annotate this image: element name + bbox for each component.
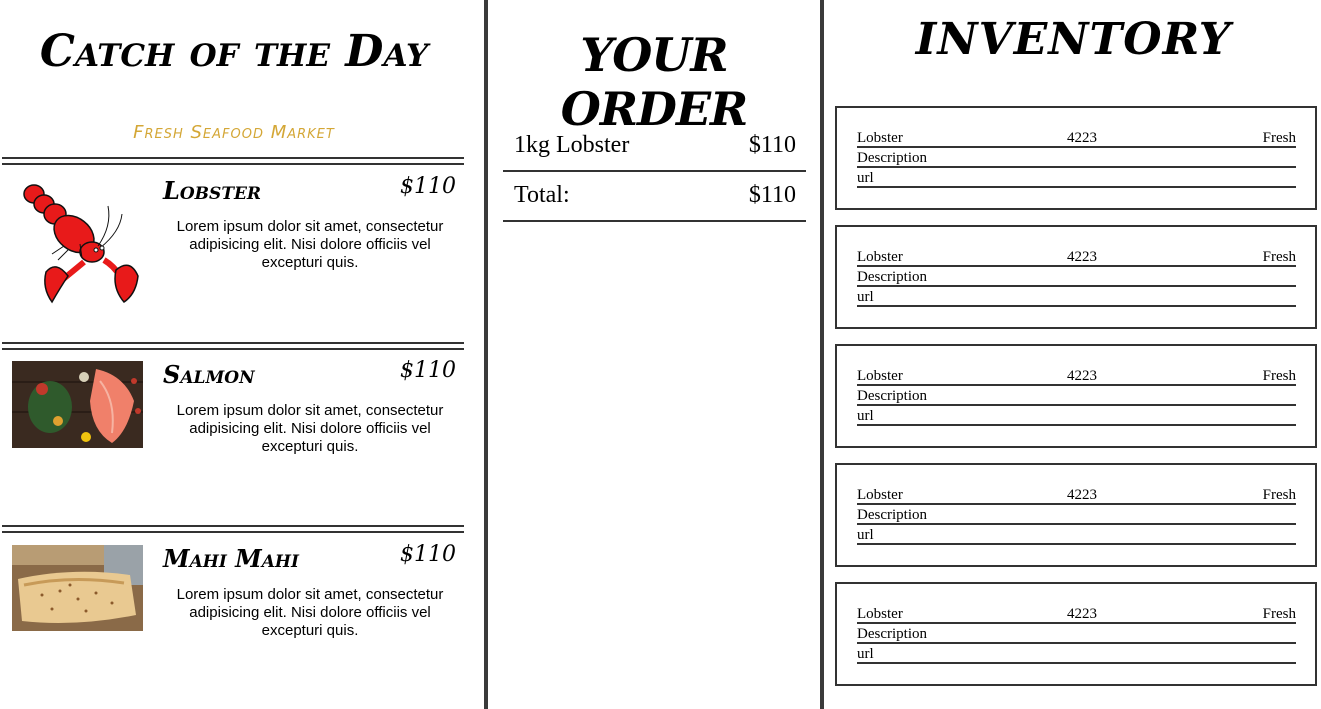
inventory-status-select[interactable]: Fresh bbox=[1263, 248, 1296, 266]
inventory-card: Lobster 4223 Fresh Description url bbox=[835, 463, 1317, 567]
inventory-name-field[interactable]: Lobster bbox=[857, 248, 903, 266]
inventory-description-text: Description bbox=[857, 388, 927, 404]
inventory-row-main[interactable]: Lobster 4223 Fresh bbox=[857, 485, 1296, 505]
inventory-row-main[interactable]: Lobster 4223 Fresh bbox=[857, 366, 1296, 386]
inventory-url-text: url bbox=[857, 408, 874, 424]
inventory-url-field[interactable]: url bbox=[857, 406, 1296, 426]
inventory-row-main[interactable]: Lobster 4223 Fresh bbox=[857, 128, 1296, 148]
divider bbox=[2, 157, 464, 165]
inventory-description-text: Description bbox=[857, 150, 927, 166]
inventory-description-text: Description bbox=[857, 626, 927, 642]
inventory-row-main[interactable]: Lobster 4223 Fresh bbox=[857, 604, 1296, 624]
page-title: Catch of the Day bbox=[39, 26, 429, 77]
order-panel: YOUR ORDER 1kg Lobster $110 Total: $110 bbox=[489, 0, 819, 709]
salmon-image bbox=[12, 361, 143, 448]
order-item-label: 1kg Lobster bbox=[514, 132, 630, 158]
menu-item-name: Mahi Mahi bbox=[163, 544, 299, 573]
menu-item-name: Lobster bbox=[163, 176, 262, 205]
menu-item-description: Lorem ipsum dolor sit amet, consectetur … bbox=[176, 402, 444, 455]
inventory-url-field[interactable]: url bbox=[857, 644, 1296, 664]
inventory-price-field[interactable]: 4223 bbox=[1067, 367, 1097, 385]
panel-divider bbox=[820, 0, 824, 709]
order-line-item[interactable]: 1kg Lobster $110 bbox=[503, 122, 806, 172]
inventory-price-field[interactable]: 4223 bbox=[1067, 486, 1097, 504]
menu-item-mahi-mahi[interactable]: Mahi Mahi $110 Lorem ipsum dolor sit ame… bbox=[0, 538, 468, 708]
inventory-description-field[interactable]: Description bbox=[857, 386, 1296, 406]
panel-divider bbox=[484, 0, 488, 709]
inventory-panel: INVENTORY Lobster 4223 Fresh Description… bbox=[826, 0, 1321, 709]
inventory-url-field[interactable]: url bbox=[857, 525, 1296, 545]
tagline: Fresh Seafood Market bbox=[133, 122, 335, 143]
inventory-price-field[interactable]: 4223 bbox=[1067, 248, 1097, 266]
inventory-price-field[interactable]: 4223 bbox=[1067, 605, 1097, 623]
divider bbox=[2, 342, 464, 350]
menu-item-price: $110 bbox=[400, 358, 456, 383]
lobster-image bbox=[23, 184, 139, 304]
inventory-description-field[interactable]: Description bbox=[857, 148, 1296, 168]
order-item-price: $110 bbox=[748, 132, 796, 158]
inventory-name-field[interactable]: Lobster bbox=[857, 605, 903, 623]
inventory-name-field[interactable]: Lobster bbox=[857, 129, 903, 147]
order-title: YOUR ORDER bbox=[560, 28, 748, 136]
inventory-name-field[interactable]: Lobster bbox=[857, 367, 903, 385]
menu-item-salmon[interactable]: Salmon $110 Lorem ipsum dolor sit amet, … bbox=[0, 354, 468, 524]
inventory-card: Lobster 4223 Fresh Description url bbox=[835, 106, 1317, 210]
divider bbox=[2, 525, 464, 533]
inventory-description-text: Description bbox=[857, 269, 927, 285]
inventory-description-field[interactable]: Description bbox=[857, 505, 1296, 525]
inventory-url-field[interactable]: url bbox=[857, 287, 1296, 307]
menu-item-name: Salmon bbox=[163, 360, 255, 389]
order-total-label: Total: bbox=[514, 182, 570, 208]
mahi-mahi-image bbox=[12, 545, 143, 631]
menu-item-price: $110 bbox=[400, 542, 456, 567]
inventory-price-field[interactable]: 4223 bbox=[1067, 129, 1097, 147]
menu-item-description: Lorem ipsum dolor sit amet, consectetur … bbox=[176, 586, 444, 639]
inventory-title: INVENTORY bbox=[915, 14, 1232, 65]
inventory-url-field[interactable]: url bbox=[857, 168, 1296, 188]
inventory-description-text: Description bbox=[857, 507, 927, 523]
inventory-status-select[interactable]: Fresh bbox=[1263, 129, 1296, 147]
inventory-status-select[interactable]: Fresh bbox=[1263, 367, 1296, 385]
menu-panel: Catch of the Day Fresh Seafood Market Lo… bbox=[0, 0, 484, 709]
inventory-url-text: url bbox=[857, 170, 874, 186]
order-total: Total: $110 bbox=[503, 172, 806, 222]
inventory-status-select[interactable]: Fresh bbox=[1263, 605, 1296, 623]
inventory-row-main[interactable]: Lobster 4223 Fresh bbox=[857, 247, 1296, 267]
menu-item-description: Lorem ipsum dolor sit amet, consectetur … bbox=[176, 218, 444, 271]
inventory-url-text: url bbox=[857, 646, 874, 662]
inventory-description-field[interactable]: Description bbox=[857, 267, 1296, 287]
inventory-description-field[interactable]: Description bbox=[857, 624, 1296, 644]
inventory-card: Lobster 4223 Fresh Description url bbox=[835, 582, 1317, 686]
inventory-url-text: url bbox=[857, 527, 874, 543]
inventory-url-text: url bbox=[857, 289, 874, 305]
inventory-card: Lobster 4223 Fresh Description url bbox=[835, 344, 1317, 448]
menu-item-lobster[interactable]: Lobster $110 Lorem ipsum dolor sit amet,… bbox=[0, 170, 468, 340]
menu-item-price: $110 bbox=[400, 174, 456, 199]
order-total-price: $110 bbox=[748, 182, 796, 208]
inventory-card: Lobster 4223 Fresh Description url bbox=[835, 225, 1317, 329]
inventory-status-select[interactable]: Fresh bbox=[1263, 486, 1296, 504]
inventory-name-field[interactable]: Lobster bbox=[857, 486, 903, 504]
